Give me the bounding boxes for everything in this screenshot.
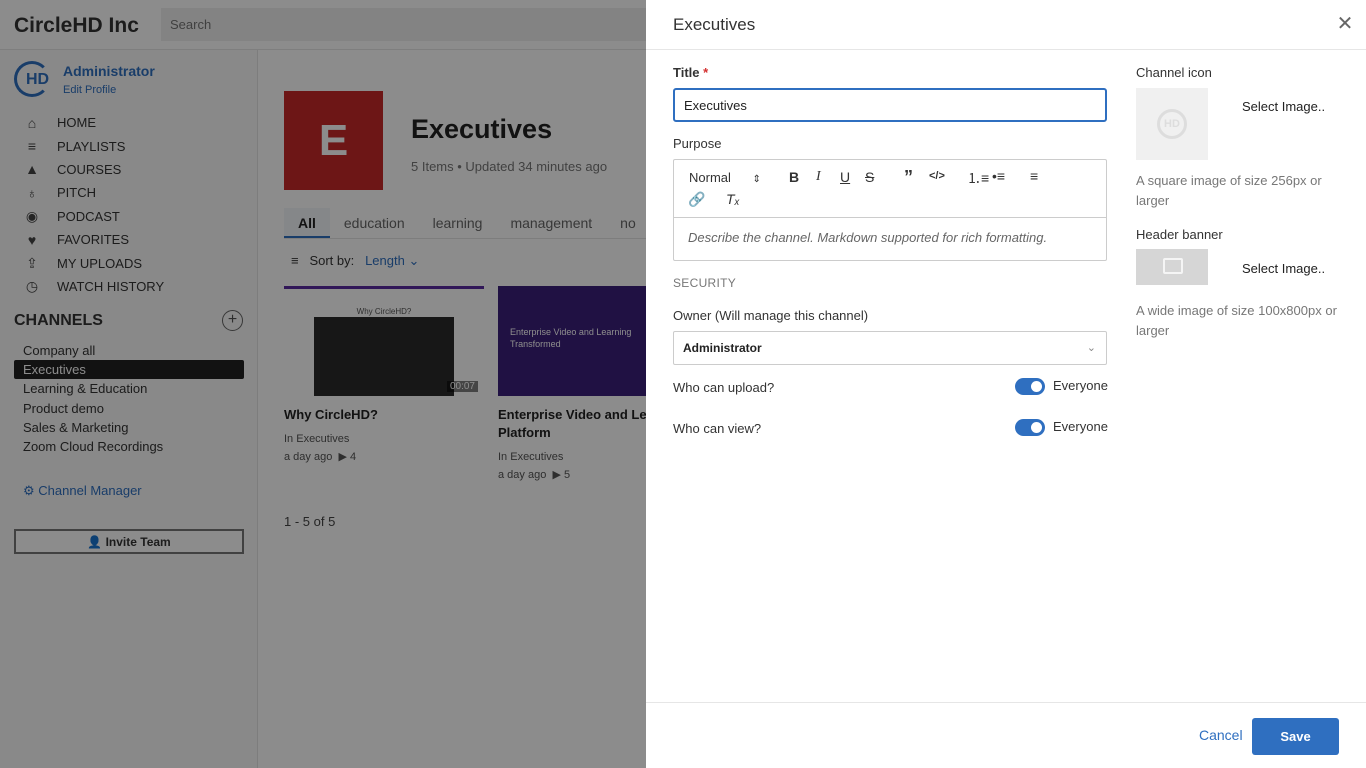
link-icon: 🔗 xyxy=(688,191,706,207)
underline-icon: U xyxy=(840,169,851,185)
quote-icon: ” xyxy=(904,167,913,187)
italic-button[interactable]: I xyxy=(816,169,821,185)
owner-label: Owner (Will manage this channel) xyxy=(673,308,869,323)
title-label: Title * xyxy=(673,65,708,80)
channel-icon-preview: HD xyxy=(1136,88,1208,160)
drawer-title: Executives xyxy=(673,15,756,34)
bold-icon: B xyxy=(789,169,800,185)
purpose-textarea[interactable]: Describe the channel. Markdown supported… xyxy=(674,218,1106,257)
title-label-text: Title xyxy=(673,65,700,80)
select-banner-button[interactable]: Select Image.. xyxy=(1242,261,1325,276)
edit-channel-drawer: Executives ✕ Title * Purpose Normal ⇕ B … xyxy=(646,0,1366,768)
strikethrough-button[interactable]: S xyxy=(865,169,874,185)
ordered-list-button[interactable]: ⒈≡ xyxy=(967,168,989,188)
bold-button[interactable]: B xyxy=(789,169,799,185)
channel-icon-label: Channel icon xyxy=(1136,65,1212,80)
channel-icon-hint: A square image of size 256px or larger xyxy=(1136,173,1322,208)
purpose-editor: Normal ⇕ B I U S ” </> ⒈≡ •≡ ≡ 🔗 Tₓ Desc… xyxy=(673,159,1107,261)
view-permission-label: Who can view? xyxy=(673,421,762,436)
security-heading: SECURITY xyxy=(673,276,737,290)
updown-icon: ⇕ xyxy=(752,174,761,185)
align-button[interactable]: ≡ xyxy=(1030,168,1038,184)
image-placeholder-icon xyxy=(1163,258,1183,274)
close-icon: ✕ xyxy=(1336,13,1354,35)
bullet-list-button[interactable]: •≡ xyxy=(992,168,1005,184)
upload-permission-toggle[interactable] xyxy=(1015,378,1045,395)
format-value: Normal xyxy=(689,170,731,185)
align-left-icon: ≡ xyxy=(1030,168,1039,184)
view-permission-value: Everyone xyxy=(1053,419,1108,434)
view-permission-toggle[interactable] xyxy=(1015,419,1045,436)
purpose-label: Purpose xyxy=(673,136,722,151)
code-button[interactable]: </> xyxy=(929,170,945,182)
header-banner-hint: A wide image of size 100x800px or larger xyxy=(1136,303,1337,338)
header-banner-label: Header banner xyxy=(1136,227,1223,242)
drawer-header: Executives ✕ xyxy=(646,0,1366,50)
ordered-list-icon: ⒈≡ xyxy=(967,170,990,186)
header-banner-preview xyxy=(1136,249,1208,285)
select-icon-button[interactable]: Select Image.. xyxy=(1242,99,1325,114)
blockquote-button[interactable]: ” xyxy=(904,167,913,188)
chevron-down-icon: ⌄ xyxy=(1086,342,1096,354)
underline-button[interactable]: U xyxy=(840,169,850,185)
format-select[interactable]: Normal ⇕ xyxy=(689,170,761,185)
owner-value: Administrator xyxy=(683,341,762,355)
upload-permission-value: Everyone xyxy=(1053,378,1108,393)
drawer-footer: Cancel Save xyxy=(646,702,1366,768)
close-button[interactable]: ✕ xyxy=(1334,13,1356,35)
strikethrough-icon: S xyxy=(865,169,875,185)
required-mark: * xyxy=(703,65,709,80)
cancel-button[interactable]: Cancel xyxy=(1199,727,1243,743)
link-button[interactable]: 🔗 xyxy=(688,191,705,208)
placeholder-logo-icon: HD xyxy=(1157,109,1187,139)
owner-select[interactable]: Administrator ⌄ xyxy=(673,331,1107,365)
save-button[interactable]: Save xyxy=(1252,718,1339,755)
code-icon: </> xyxy=(929,170,945,182)
italic-icon: I xyxy=(816,169,821,184)
editor-toolbar: Normal ⇕ B I U S ” </> ⒈≡ •≡ ≡ 🔗 Tₓ xyxy=(674,160,1106,218)
upload-permission-label: Who can upload? xyxy=(673,380,775,395)
bullet-list-icon: •≡ xyxy=(992,168,1006,184)
title-input[interactable] xyxy=(673,88,1107,122)
clear-format-button[interactable]: Tₓ xyxy=(726,191,740,207)
clear-format-icon: Tₓ xyxy=(726,191,740,207)
